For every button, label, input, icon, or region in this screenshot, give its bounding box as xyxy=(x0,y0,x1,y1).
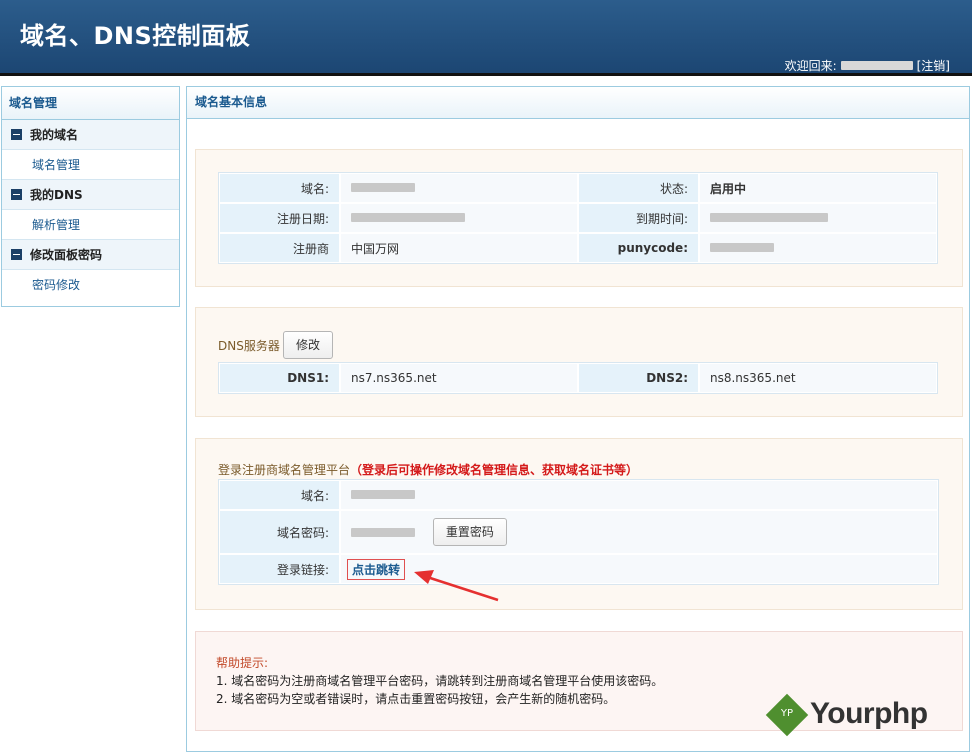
login-domain-value xyxy=(340,480,938,510)
redacted-text xyxy=(351,213,465,222)
registrar-label: 注册商 xyxy=(219,233,340,263)
expire-label: 到期时间: xyxy=(578,203,699,233)
sidebar-group-my-domains[interactable]: 我的域名 xyxy=(2,120,179,150)
page-title: 域名、DNS控制面板 xyxy=(20,22,251,50)
sidebar-group-label: 修改面板密码 xyxy=(30,247,103,262)
help-content: 帮助提示: 1. 域名密码为注册商域名管理平台密码，请跳转到注册商域名管理平台使… xyxy=(216,654,663,708)
redacted-text xyxy=(351,490,415,499)
collapse-minus-icon[interactable] xyxy=(11,129,22,140)
sidebar: 域名管理 我的域名 域名管理 我的DNS 解析管理 修改面板密码 密码修改 xyxy=(1,86,180,307)
help-line: 1. 域名密码为注册商域名管理平台密码，请跳转到注册商域名管理平台使用该密码。 xyxy=(216,674,664,688)
registrar-login-table: 域名: 域名密码: 重置密码 登录链接: 点击跳转 xyxy=(218,479,939,585)
welcome-label: 欢迎回来: xyxy=(784,59,837,73)
login-domain-label: 域名: xyxy=(219,480,340,510)
registrar-value: 中国万网 xyxy=(340,233,578,263)
redacted-text xyxy=(351,183,415,192)
domain-password-label: 域名密码: xyxy=(219,510,340,554)
expire-value xyxy=(699,203,937,233)
collapse-minus-icon[interactable] xyxy=(11,249,22,260)
logout-link[interactable]: [注销] xyxy=(917,57,950,74)
basic-info-table: 域名: 状态: 启用中 注册日期: 到期时间: 注册商 中国万网 punycod… xyxy=(218,172,938,264)
help-title: 帮助提示: xyxy=(216,656,269,670)
welcome-bar: 欢迎回来: [注销] xyxy=(785,57,950,74)
sidebar-item-dns-resolution[interactable]: 解析管理 xyxy=(2,210,179,240)
logo-icon-text: YP xyxy=(780,708,794,719)
domain-value xyxy=(340,173,578,203)
edit-dns-button[interactable]: 修改 xyxy=(283,331,334,359)
sidebar-group-label: 我的DNS xyxy=(30,187,83,202)
reset-password-button[interactable]: 重置密码 xyxy=(432,518,507,546)
annotation-arrow-icon xyxy=(414,570,499,602)
reg-date-value xyxy=(340,203,578,233)
main-title: 域名基本信息 xyxy=(187,87,969,119)
registrar-login-title-text: 登录注册商域名管理平台 xyxy=(218,463,351,477)
dns1-label: DNS1: xyxy=(219,363,340,393)
basic-info-panel: 域名: 状态: 启用中 注册日期: 到期时间: 注册商 中国万网 punycod… xyxy=(195,149,963,287)
dns1-value: ns7.ns365.net xyxy=(340,363,578,393)
registrar-login-note: （登录后可操作修改域名管理信息、获取域名证书等） xyxy=(350,463,639,477)
dns-table: DNS1: ns7.ns365.net DNS2: ns8.ns365.net xyxy=(218,362,938,394)
sidebar-item-password-change[interactable]: 密码修改 xyxy=(2,270,179,300)
yourphp-logo: YP Yourphp xyxy=(765,693,946,744)
reg-date-label: 注册日期: xyxy=(219,203,340,233)
sidebar-title: 域名管理 xyxy=(2,87,179,120)
collapse-minus-icon[interactable] xyxy=(11,189,22,200)
help-line: 2. 域名密码为空或者错误时，请点击重置密码按钮，会产生新的随机密码。 xyxy=(216,692,616,706)
login-link-label: 登录链接: xyxy=(219,554,340,584)
dns-section-title: DNS服务器 xyxy=(218,339,280,353)
redacted-text xyxy=(710,243,774,252)
main-panel: 域名基本信息 域名: 状态: 启用中 注册日期: 到期时间: 注册商 中国万网 … xyxy=(186,86,970,752)
sidebar-group-my-dns[interactable]: 我的DNS xyxy=(2,180,179,210)
jump-link[interactable]: 点击跳转 xyxy=(347,558,406,580)
sidebar-group-label: 我的域名 xyxy=(30,127,79,142)
registrar-login-title: 登录注册商域名管理平台（登录后可操作修改域名管理信息、获取域名证书等） xyxy=(218,461,638,478)
app-header: 域名、DNS控制面板 欢迎回来: [注销] xyxy=(0,0,972,76)
dns-panel: DNS服务器 修改 DNS1: ns7.ns365.net DNS2: ns8.… xyxy=(195,307,963,417)
redacted-text xyxy=(710,213,828,222)
status-value: 启用中 xyxy=(699,173,937,203)
punycode-label: punycode: xyxy=(578,233,699,263)
dns2-value: ns8.ns365.net xyxy=(699,363,937,393)
username-redacted xyxy=(840,61,913,70)
dns2-label: DNS2: xyxy=(578,363,699,393)
punycode-value xyxy=(699,233,937,263)
domain-label: 域名: xyxy=(219,173,340,203)
sidebar-item-domain-management[interactable]: 域名管理 xyxy=(2,150,179,180)
redacted-text xyxy=(351,527,415,537)
registrar-login-panel: 登录注册商域名管理平台（登录后可操作修改域名管理信息、获取域名证书等） 域名: … xyxy=(195,438,963,610)
sidebar-group-change-password[interactable]: 修改面板密码 xyxy=(2,240,179,270)
domain-password-value: 重置密码 xyxy=(340,510,938,554)
status-label: 状态: xyxy=(578,173,699,203)
logo-brand-text: Yourphp xyxy=(810,697,928,730)
